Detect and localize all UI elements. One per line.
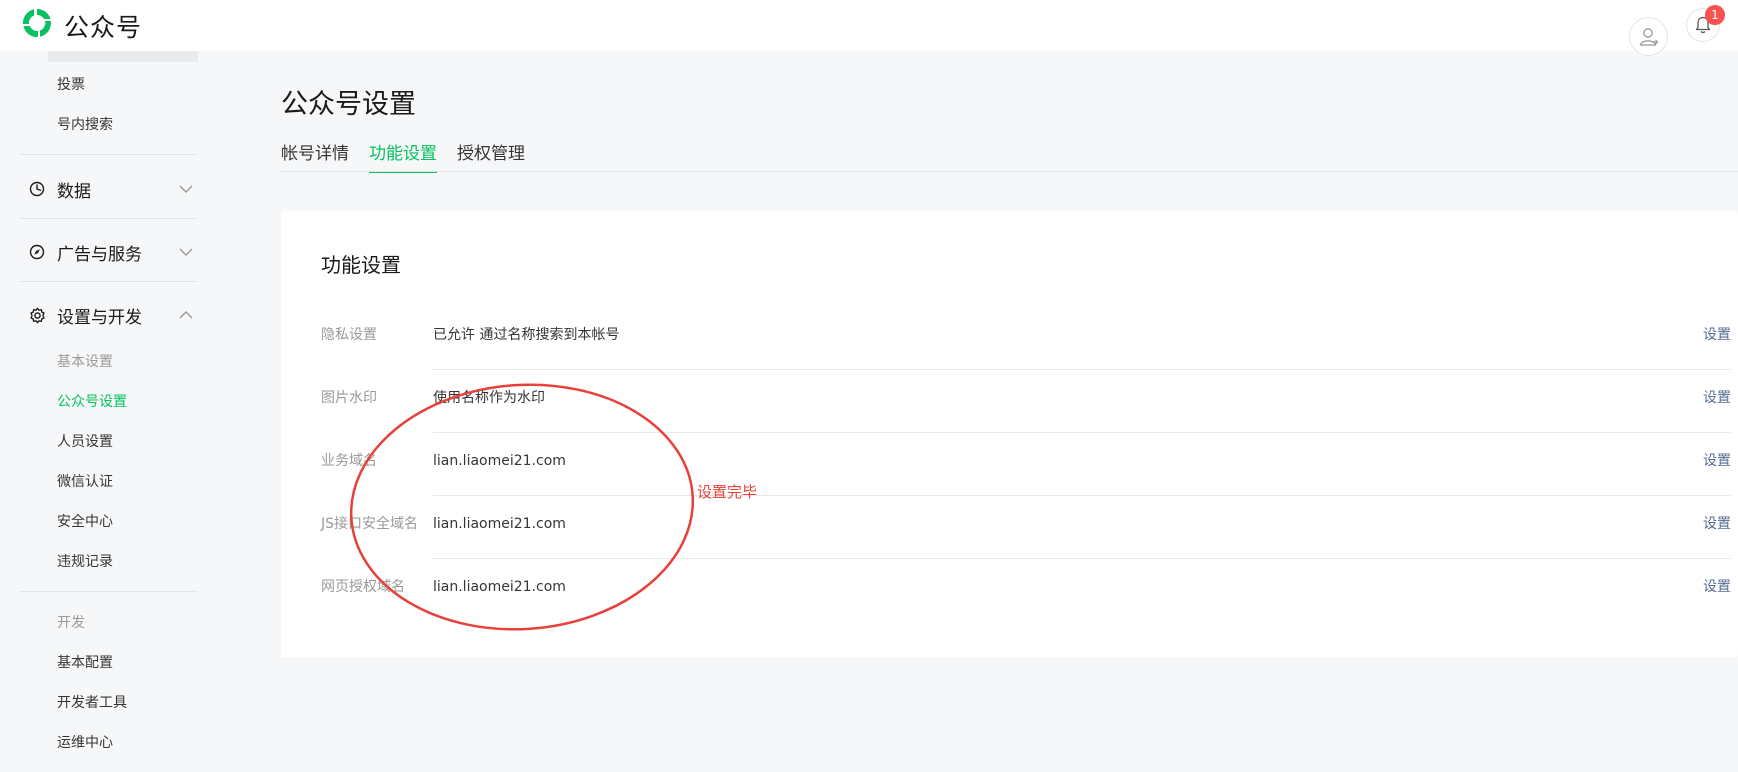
feature-settings-card: 功能设置 隐私设置 已允许 通过名称搜索到本帐号 设置 图片水印 使用名称作为水… bbox=[281, 211, 1738, 657]
sidebar-divider bbox=[20, 591, 198, 592]
pie-chart-icon bbox=[28, 180, 46, 198]
row-divider bbox=[433, 432, 1731, 433]
chevron-up-icon bbox=[177, 306, 195, 324]
page-title: 公众号设置 bbox=[281, 89, 416, 120]
privacy-settings-link[interactable]: 设置 bbox=[1703, 325, 1731, 345]
sidebar-divider bbox=[20, 218, 198, 219]
settings-row-privacy: 隐私设置 已允许 通过名称搜索到本帐号 设置 bbox=[321, 325, 1731, 388]
sidebar-item-security-center[interactable]: 安全中心 bbox=[57, 511, 113, 531]
chevron-down-icon bbox=[177, 180, 195, 198]
notification-badge: 1 bbox=[1705, 5, 1725, 25]
tab-authorization-management[interactable]: 授权管理 bbox=[457, 139, 525, 173]
sidebar-scroll-remnant bbox=[48, 51, 198, 62]
gear-icon bbox=[28, 306, 46, 324]
js-domain-settings-link[interactable]: 设置 bbox=[1703, 514, 1731, 534]
sidebar-item-ops-center[interactable]: 运维中心 bbox=[57, 732, 113, 752]
setting-value: lian.liaomei21.com bbox=[433, 516, 566, 532]
row-divider bbox=[433, 558, 1731, 559]
setting-value: lian.liaomei21.com bbox=[433, 453, 566, 469]
business-domain-settings-link[interactable]: 设置 bbox=[1703, 451, 1731, 471]
setting-value: 使用名称作为水印 bbox=[433, 390, 545, 406]
top-header: 公众号 1 bbox=[0, 0, 1738, 56]
setting-label: 图片水印 bbox=[321, 390, 377, 406]
sidebar-item-wechat-verification[interactable]: 微信认证 bbox=[57, 471, 113, 491]
setting-value: 已允许 通过名称搜索到本帐号 bbox=[433, 327, 620, 343]
tab-account-details[interactable]: 帐号详情 bbox=[281, 139, 349, 173]
compass-icon bbox=[28, 243, 46, 261]
chevron-down-icon bbox=[177, 243, 195, 261]
setting-label: 网页授权域名 bbox=[321, 579, 405, 595]
user-avatar-icon[interactable] bbox=[1629, 17, 1668, 56]
sidebar-group-label: 广告与服务 bbox=[57, 244, 142, 265]
sidebar-section-heading-basic: 基本设置 bbox=[57, 354, 113, 370]
sidebar-item-in-account-search[interactable]: 号内搜索 bbox=[57, 114, 113, 134]
sidebar-group-data[interactable]: 数据 bbox=[28, 177, 196, 202]
oauth-domain-settings-link[interactable]: 设置 bbox=[1703, 577, 1731, 597]
sidebar-item-account-settings[interactable]: 公众号设置 bbox=[57, 391, 127, 411]
tab-feature-settings[interactable]: 功能设置 bbox=[369, 139, 437, 173]
tabs-divider bbox=[281, 171, 1738, 172]
sidebar-group-label: 数据 bbox=[57, 181, 91, 202]
sidebar-item-violation-records[interactable]: 违规记录 bbox=[57, 551, 113, 571]
setting-value: lian.liaomei21.com bbox=[433, 579, 566, 595]
sidebar-divider bbox=[20, 281, 198, 282]
setting-label: JS接口安全域名 bbox=[321, 516, 419, 532]
sidebar-group-label: 设置与开发 bbox=[57, 307, 142, 328]
setting-label: 业务域名 bbox=[321, 453, 377, 469]
sidebar-item-staff-settings[interactable]: 人员设置 bbox=[57, 431, 113, 451]
sidebar-section-heading-dev: 开发 bbox=[57, 615, 85, 631]
sidebar-item-vote[interactable]: 投票 bbox=[57, 74, 85, 94]
watermark-settings-link[interactable]: 设置 bbox=[1703, 388, 1731, 408]
sidebar-group-ads-services[interactable]: 广告与服务 bbox=[28, 240, 196, 265]
settings-row-js-domain: JS接口安全域名 lian.liaomei21.com 设置 bbox=[321, 514, 1731, 577]
settings-row-oauth-domain: 网页授权域名 lian.liaomei21.com 设置 bbox=[321, 577, 1731, 640]
settings-row-watermark: 图片水印 使用名称作为水印 设置 bbox=[321, 388, 1731, 451]
sidebar: 投票 号内搜索 数据 广告与服务 设置与开发 基本设置 公众号设置 人员设置 微… bbox=[0, 51, 200, 772]
sidebar-item-basic-config[interactable]: 基本配置 bbox=[57, 652, 113, 672]
row-divider bbox=[433, 369, 1731, 370]
sidebar-divider bbox=[20, 154, 198, 155]
settings-row-business-domain: 业务域名 lian.liaomei21.com 设置 bbox=[321, 451, 1731, 514]
user-icon bbox=[1639, 27, 1658, 46]
wechat-official-account-logo[interactable] bbox=[20, 6, 54, 40]
setting-label: 隐私设置 bbox=[321, 327, 377, 343]
sidebar-item-developer-tools[interactable]: 开发者工具 bbox=[57, 692, 127, 712]
sidebar-group-settings-dev[interactable]: 设置与开发 bbox=[28, 303, 196, 328]
card-title: 功能设置 bbox=[321, 253, 401, 277]
brand-title: 公众号 bbox=[64, 13, 143, 42]
annotation-text: 设置完毕 bbox=[697, 483, 758, 501]
row-divider bbox=[433, 495, 1731, 496]
